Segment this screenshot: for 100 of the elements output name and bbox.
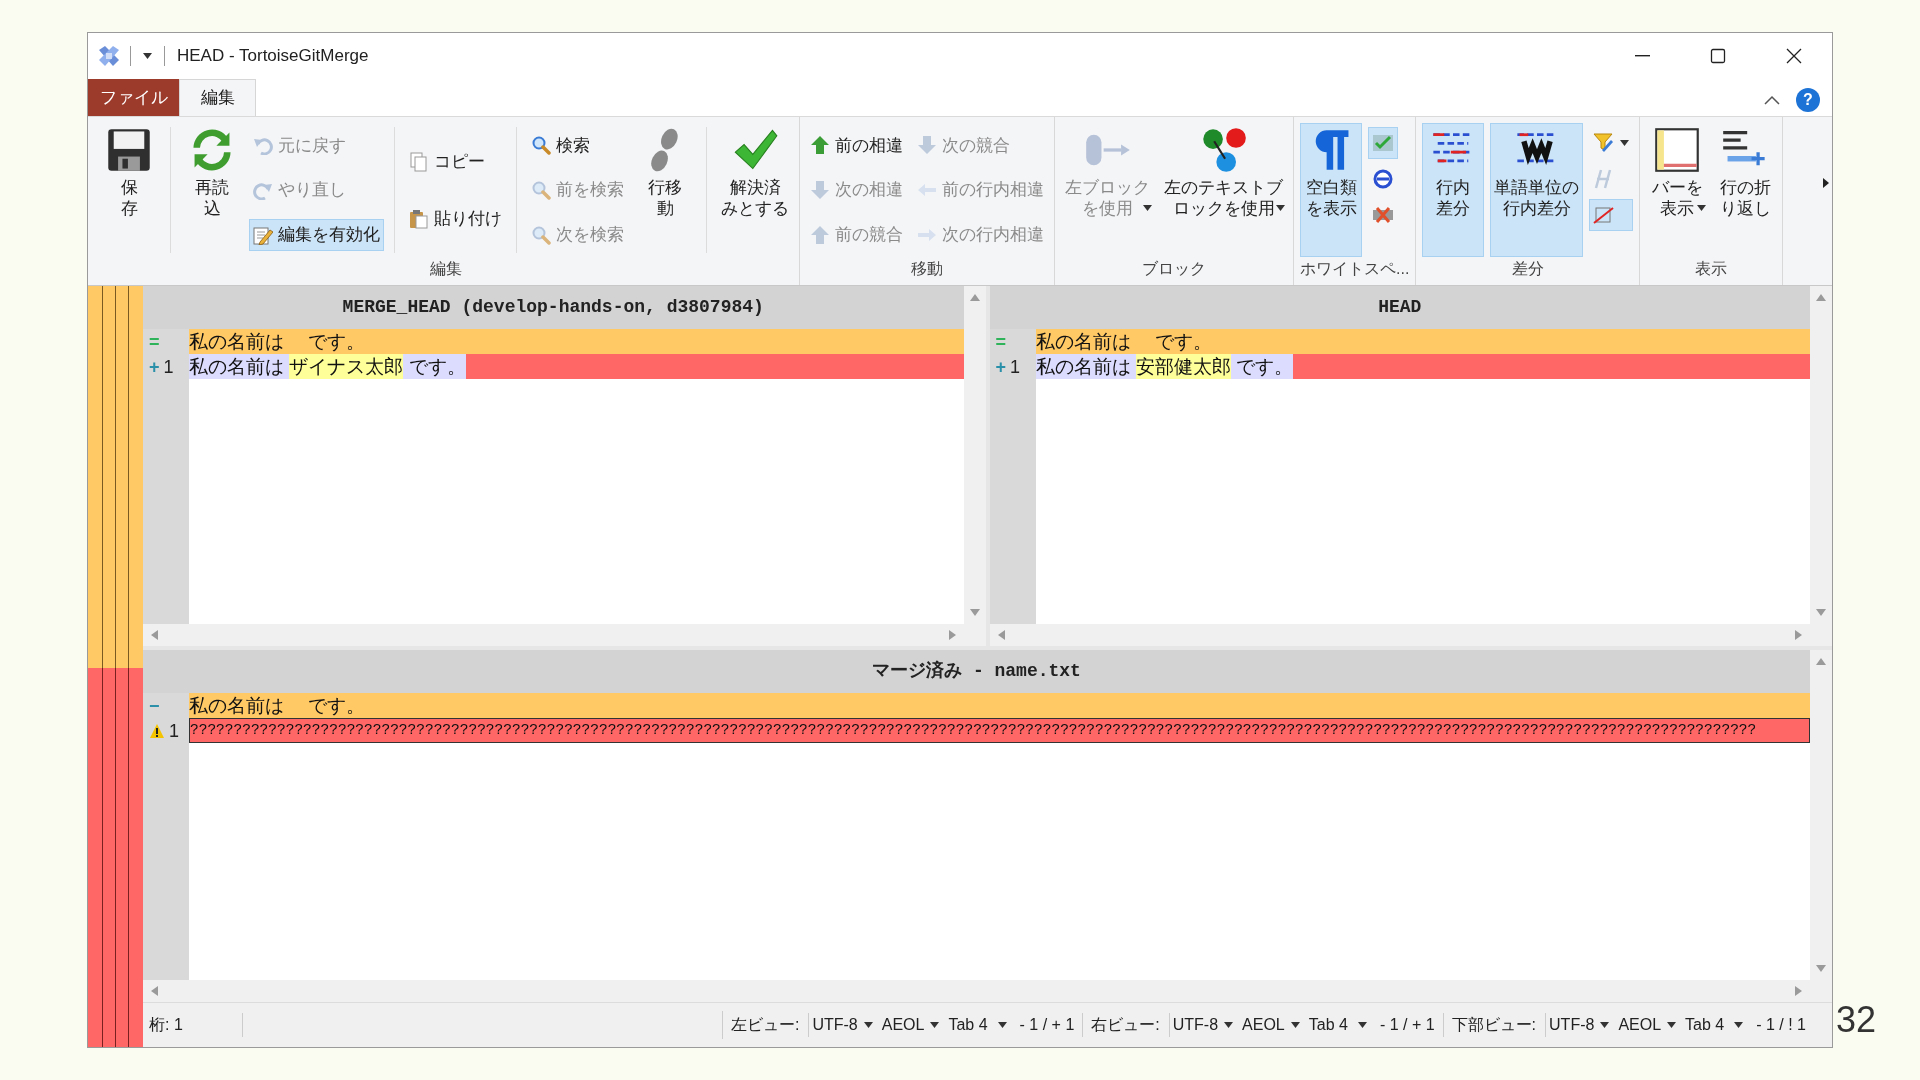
page-number: 32	[1836, 1002, 1877, 1038]
caret-icon	[863, 1022, 873, 1028]
caret-icon	[1697, 205, 1707, 211]
view-label: 下部ビュー:	[1451, 1015, 1537, 1035]
caret-icon	[997, 1022, 1007, 1028]
group-label: ホワイトスペ...	[1300, 259, 1410, 279]
ribbon-button[interactable]: 再読 込	[181, 123, 243, 257]
location-bar[interactable]	[88, 668, 143, 1047]
scroll-up-icon	[969, 294, 980, 301]
line-number: 1	[163, 357, 174, 376]
change-counts: - 1 / + 1	[1379, 1015, 1435, 1035]
ribbon-button[interactable]: 前の相違	[806, 129, 907, 162]
horizontal-scrollbar[interactable]	[143, 624, 964, 646]
encoding-dropdown[interactable]: UTF-8	[808, 1013, 873, 1037]
ribbon-button[interactable]: 行内 差分	[1422, 123, 1485, 257]
cross-icon	[1372, 204, 1394, 226]
redo-icon	[253, 180, 273, 200]
ribbon-button[interactable]: 左のテキストブ ロックを使用	[1160, 123, 1287, 257]
maximize-icon	[1710, 48, 1726, 64]
line-text: です。	[1230, 354, 1294, 379]
line-marker: −	[149, 696, 160, 715]
caret-icon	[1290, 1022, 1300, 1028]
scroll-down-icon	[1816, 609, 1826, 616]
pane-header: マージ済み - name.txt	[143, 650, 1810, 693]
group-label: 移動	[910, 259, 944, 279]
scroll-right-icon	[1795, 630, 1802, 640]
change-counts: - 1 / ! 1	[1756, 1015, 1806, 1035]
arrow-up-icon	[810, 135, 830, 156]
tab-size-dropdown[interactable]: Tab 4	[1685, 1013, 1744, 1037]
pencil-icon	[253, 224, 273, 245]
horizontal-scrollbar[interactable]	[989, 624, 1810, 646]
ribbon-button[interactable]: バーを 表示	[1646, 123, 1709, 257]
ribbon-button[interactable]: 行の折 り返し	[1714, 123, 1777, 257]
tab-size-dropdown[interactable]: Tab 4	[948, 1013, 1007, 1037]
horizontal-scrollbar[interactable]	[143, 980, 1810, 1002]
view-label: 左ビュー:	[730, 1015, 800, 1035]
pane-header: MERGE_HEAD (develop-hands-on, d3807984)	[143, 286, 964, 329]
chevron-right-icon	[1823, 178, 1829, 188]
line-text: ザイナス太郎	[289, 354, 404, 379]
group-label: 差分	[1510, 259, 1545, 279]
line-ending-dropdown[interactable]: AEOL	[1618, 1013, 1677, 1037]
line-text: 私の名前は です。	[189, 330, 366, 354]
caret-icon	[1276, 205, 1285, 211]
caret-icon	[1224, 1022, 1234, 1028]
filter-icon	[1593, 132, 1616, 154]
line-text: 私の名前は	[189, 354, 290, 379]
vertical-scrollbar[interactable]	[1810, 650, 1832, 1002]
help-button[interactable]: ?	[1796, 88, 1820, 112]
group-label: 編集	[428, 259, 463, 279]
line-marker: =	[995, 332, 1006, 351]
ribbon-button[interactable]: 検索	[527, 129, 628, 162]
tab-size-dropdown[interactable]: Tab 4	[1308, 1013, 1367, 1037]
ribbon-button[interactable]: 編集を有効化	[249, 218, 384, 251]
line-text: 私の名前は	[1035, 354, 1136, 379]
ribbon-tab[interactable]: 編集	[179, 79, 256, 116]
change-counts: - 1 / + 1	[1019, 1015, 1075, 1035]
scroll-right-icon	[1795, 986, 1802, 996]
location-bar[interactable]	[88, 286, 143, 668]
line-text: 私の名前は です。	[189, 694, 366, 718]
caret-icon	[1600, 1022, 1610, 1028]
caret-icon	[1734, 1022, 1744, 1028]
pane-header: HEAD	[989, 286, 1810, 329]
caret-icon	[143, 53, 152, 59]
search-icon	[531, 180, 551, 200]
scroll-down-icon	[969, 609, 980, 616]
line-number: 1	[1010, 357, 1021, 376]
caret-icon	[1143, 205, 1152, 211]
scroll-down-icon	[1816, 965, 1826, 972]
ribbon-button[interactable]: 行移 動	[634, 123, 696, 257]
line-ending-dropdown[interactable]: AEOL	[881, 1013, 940, 1037]
line-ending-dropdown[interactable]: AEOL	[1242, 1013, 1300, 1037]
scroll-up-icon	[1816, 294, 1826, 301]
scroll-left-icon	[151, 986, 158, 996]
ribbon-button[interactable]	[1589, 199, 1634, 231]
encoding-dropdown[interactable]: UTF-8	[1168, 1013, 1234, 1037]
line-marker: +	[995, 357, 1006, 376]
arrow-down-icon	[917, 135, 937, 156]
clipboard-icon	[409, 208, 429, 229]
chevron-up-icon	[1764, 95, 1780, 105]
ribbon-button[interactable]: 単語単位の 行内差分	[1490, 123, 1584, 257]
arrow-up-icon	[810, 224, 830, 245]
ribbon-button[interactable]: コピー	[405, 145, 506, 178]
ribbon-button[interactable]: 解決済 みとする	[717, 123, 793, 257]
warning-icon	[149, 722, 165, 739]
ribbon-tab[interactable]: ファイル	[88, 79, 179, 116]
scroll-left-icon	[151, 630, 158, 640]
status-position: 桁: 1	[143, 1013, 243, 1037]
caret-icon	[1667, 1022, 1677, 1028]
ribbon-button[interactable]: 空白類 を表示	[1300, 123, 1362, 257]
ribbon-button[interactable]: 保 存	[98, 123, 160, 257]
search-icon	[531, 135, 551, 156]
encoding-dropdown[interactable]: UTF-8	[1545, 1013, 1610, 1037]
ribbon-button[interactable]: 貼り付け	[405, 202, 506, 235]
arrow-down-icon	[810, 180, 830, 200]
line-text: 私の名前は です。	[1035, 330, 1212, 354]
copy-icon	[409, 151, 429, 172]
vertical-scrollbar[interactable]	[963, 286, 986, 646]
vertical-scrollbar[interactable]	[1810, 286, 1832, 646]
group-label: 表示	[1694, 259, 1729, 279]
caret-icon	[1357, 1022, 1367, 1028]
